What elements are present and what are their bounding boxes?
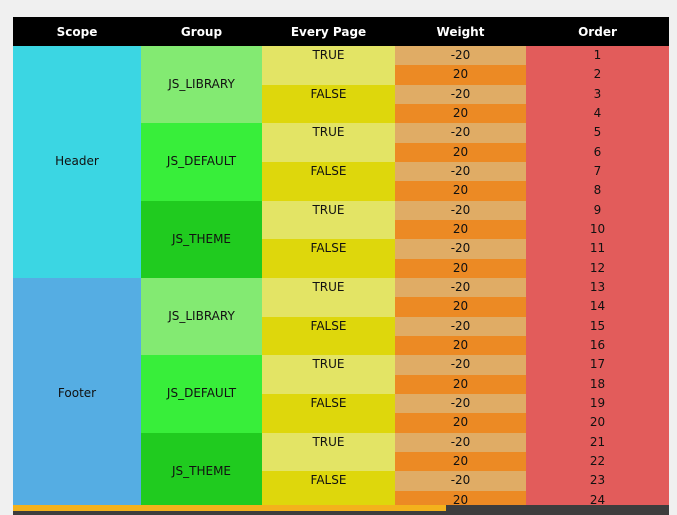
order-cell: 8: [526, 181, 669, 201]
weight-cell: 20: [395, 142, 526, 162]
every-page-cell: TRUE: [262, 123, 395, 162]
weight-cell: -20: [395, 84, 526, 104]
weight-cell: -20: [395, 161, 526, 182]
weight-cell: 20: [395, 258, 526, 278]
order-cell: 16: [526, 335, 669, 356]
group-cell: JS_THEME: [141, 200, 262, 278]
every-page-cell: FALSE: [262, 393, 395, 433]
order-cell: 21: [526, 432, 669, 452]
every-page-cell: TRUE: [262, 277, 395, 317]
weight-cell: 20: [395, 219, 526, 240]
group-cell: JS_THEME: [141, 432, 262, 510]
weight-cell: -20: [395, 471, 526, 491]
weight-cell: 20: [395, 451, 526, 472]
drupal-js-aggregation-table: Scope Group Every Page Weight Order Head…: [13, 17, 669, 510]
column-header-row: Scope Group Every Page Weight Order: [13, 17, 669, 46]
order-cell: 1: [526, 46, 669, 66]
group-cell: JS_LIBRARY: [141, 277, 262, 356]
every-page-cell: FALSE: [262, 161, 395, 201]
order-cell: 20: [526, 413, 669, 433]
weight-cell: 20: [395, 335, 526, 356]
order-cell: 15: [526, 316, 669, 336]
weight-cell: -20: [395, 277, 526, 298]
every-page-cell: FALSE: [262, 84, 395, 124]
group-cell: JS_LIBRARY: [141, 46, 262, 124]
order-cell: 13: [526, 277, 669, 298]
every-page-cell: TRUE: [262, 46, 395, 85]
order-cell: 2: [526, 65, 669, 85]
order-cell: 22: [526, 451, 669, 472]
every-page-cell: TRUE: [262, 432, 395, 472]
table-row: Header JS_LIBRARY TRUE -20 1: [13, 46, 669, 278]
order-cell: 4: [526, 103, 669, 124]
weight-cell: 20: [395, 413, 526, 433]
weight-cell: -20: [395, 316, 526, 336]
weight-cell: -20: [395, 432, 526, 452]
every-page-cell: TRUE: [262, 355, 395, 394]
column-header-order: Order: [526, 17, 669, 46]
every-page-cell: FALSE: [262, 239, 395, 278]
weight-cell: 20: [395, 103, 526, 124]
table-row: Footer JS_LIBRARY TRUE -20 13: [13, 277, 669, 510]
column-header-weight: Weight: [395, 17, 526, 46]
order-cell: 11: [526, 239, 669, 259]
order-cell: 23: [526, 471, 669, 491]
column-header-group: Group: [141, 17, 262, 46]
group-cell: JS_DEFAULT: [141, 123, 262, 201]
every-page-cell: TRUE: [262, 200, 395, 240]
scope-cell: Footer: [13, 277, 141, 510]
order-cell: 9: [526, 200, 669, 220]
order-cell: 6: [526, 142, 669, 162]
weight-cell: 20: [395, 374, 526, 394]
order-cell: 12: [526, 258, 669, 278]
order-cell: 19: [526, 393, 669, 414]
weight-cell: 20: [395, 181, 526, 201]
scope-cell: Header: [13, 46, 141, 278]
order-cell: 17: [526, 355, 669, 375]
column-header-scope: Scope: [13, 17, 141, 46]
order-cell: 5: [526, 123, 669, 143]
weight-cell: -20: [395, 123, 526, 143]
order-cell: 7: [526, 161, 669, 182]
weight-cell: -20: [395, 200, 526, 220]
weight-cell: -20: [395, 239, 526, 259]
column-header-every-page: Every Page: [262, 17, 395, 46]
order-cell: 3: [526, 84, 669, 104]
weight-cell: -20: [395, 46, 526, 66]
order-cell: 18: [526, 374, 669, 394]
weight-cell: -20: [395, 393, 526, 414]
order-cell: 14: [526, 297, 669, 317]
horizontal-scrollbar[interactable]: [13, 505, 669, 515]
order-cell: 10: [526, 219, 669, 240]
weight-cell: 20: [395, 297, 526, 317]
scrollbar-thumb[interactable]: [13, 505, 446, 511]
weight-cell: 20: [395, 65, 526, 85]
every-page-cell: FALSE: [262, 316, 395, 356]
group-cell: JS_DEFAULT: [141, 355, 262, 433]
weight-cell: -20: [395, 355, 526, 375]
table-body: Header JS_LIBRARY TRUE -20 1 20 2 FALSE -20 3 20 4 J…: [13, 46, 669, 510]
